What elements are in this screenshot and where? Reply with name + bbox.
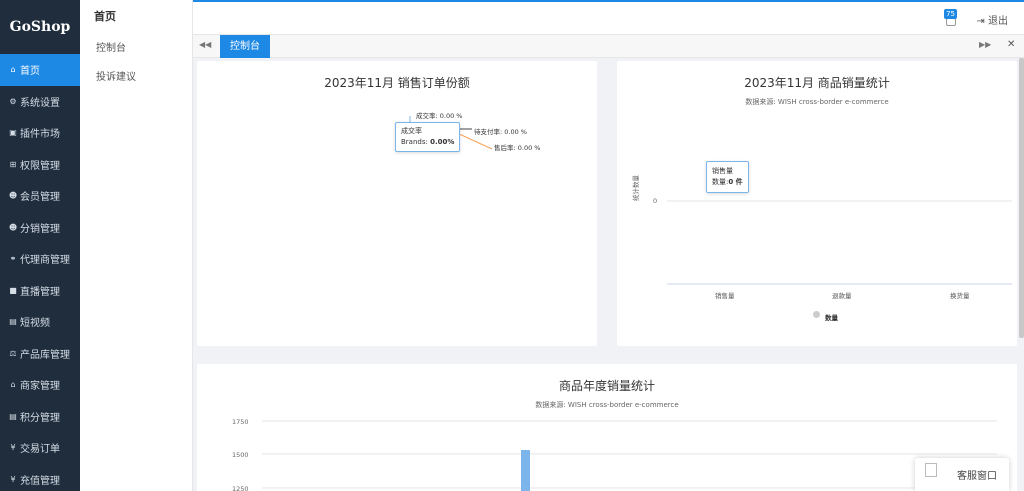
sidebar-item-label: 充值管理	[20, 475, 60, 487]
sidebar-item-5[interactable]: ☻ 分销管理	[0, 212, 80, 244]
sales-chart-xtick-sales: 销售量	[715, 292, 735, 300]
sales-tooltip-title: 销售量	[712, 167, 733, 175]
pie-label-pending-rate: 待支付率: 0.00 %	[474, 128, 527, 136]
yen-icon: ¥	[10, 474, 16, 484]
yearly-bar[interactable]	[521, 450, 530, 491]
video-icon: ■	[9, 285, 17, 295]
pie-label-aftersale-rate: 售后率: 0.00 %	[494, 144, 541, 152]
tab-close-icon[interactable]: ✕	[1007, 39, 1015, 50]
pie-tooltip-series: Brands:	[401, 138, 431, 146]
sidebar-item-label: 商家管理	[20, 381, 60, 393]
pie-tooltip: 成交率 Brands: 0.00%	[395, 122, 461, 152]
customer-service-label: 客服窗口	[957, 471, 997, 482]
message-icon[interactable]	[946, 18, 956, 26]
message-count-badge: 75	[944, 9, 957, 19]
file-icon: ▤	[9, 411, 17, 421]
pie-chart-card: 2023年11月 销售订单份额 成交率: 0.00 % 待支付率: 0.00 %…	[197, 61, 597, 346]
logout-label: 退出	[988, 16, 1008, 27]
sidebar-item-label: 短视频	[20, 318, 50, 330]
users-icon: ☻	[8, 222, 18, 232]
pie-label-deal-rate: 成交率: 0.00 %	[416, 112, 463, 120]
sales-chart-card: 2023年11月 商品销量统计 数据来源: WISH cross-border …	[617, 61, 1017, 346]
sidebar-item-6[interactable]: ⚭ 代理商管理	[0, 243, 80, 275]
sidebar-item-3[interactable]: ⊞ 权限管理	[0, 149, 80, 181]
file-icon: ▤	[9, 317, 17, 327]
tab-scroll-left-icon[interactable]: ◀◀	[199, 40, 211, 49]
sidebar-item-2[interactable]: ▣ 插件市场	[0, 117, 80, 149]
sidebar-item-label: 会员管理	[20, 192, 60, 204]
logout-button[interactable]: ⇥ 退出	[976, 12, 1008, 27]
sidebar-item-0[interactable]: ⌂ 首页	[0, 54, 80, 86]
sidebar-item-label: 积分管理	[20, 412, 60, 424]
sidebar-item-label: 系统设置	[20, 97, 60, 109]
sidebar-item-label: 交易订单	[20, 444, 60, 456]
subnav-header: 首页	[94, 10, 116, 23]
pie-connectors	[409, 116, 493, 150]
sidebar-item-11[interactable]: ▤ 积分管理	[0, 401, 80, 433]
sidebar-item-12[interactable]: ¥ 交易订单	[0, 432, 80, 464]
pie-tooltip-title: 成交率	[401, 127, 422, 135]
bank-icon: ⌂	[10, 380, 16, 390]
home-icon: ⌂	[10, 65, 16, 75]
sub-navigation: 首页 控制台 投诉建议	[80, 0, 193, 491]
sidebar-item-13[interactable]: ¥ 充值管理	[0, 464, 80, 491]
legend-marker[interactable]	[813, 311, 820, 318]
gear-icon: ⚙	[9, 96, 17, 106]
tab-bar: ◀◀ 控制台 ▶▶ ✕	[193, 35, 1024, 58]
tab-dashboard[interactable]: 控制台	[220, 35, 270, 58]
sales-tooltip-value: 0 件	[728, 178, 743, 186]
sidebar-item-label: 分销管理	[20, 223, 60, 235]
yearly-chart-plot	[262, 420, 997, 491]
customer-service-button[interactable]: 客服窗口	[915, 458, 1009, 491]
page-scrollbar[interactable]	[1019, 58, 1024, 338]
yearly-chart-card: 商品年度销量统计 数据来源: WISH cross-border e-comme…	[197, 364, 1017, 491]
sidebar-item-label: 首页	[20, 66, 40, 78]
sidebar-item-1[interactable]: ⚙ 系统设置	[0, 86, 80, 118]
sidebar-item-label: 产品库管理	[20, 349, 70, 361]
sidebar-item-8[interactable]: ▤ 短视频	[0, 306, 80, 338]
sidebar-item-label: 直播管理	[20, 286, 60, 298]
legend-quantity[interactable]: 数量	[825, 312, 838, 322]
sitemap-icon: ⊞	[9, 159, 17, 169]
sales-chart-plot	[667, 200, 1012, 285]
sales-chart-xtick-exchange: 换货量	[950, 292, 970, 300]
sidebar: GoShop ⌂ 首页 ⚙ 系统设置 ▣ 插件市场 ⊞ 权限管理 ☻ 会员管理 ☻ 分销管理 ⚭ 代理商管…	[0, 0, 80, 491]
subnav-item-complaints[interactable]: 投诉建议	[80, 63, 192, 92]
sales-tooltip: 销售量 数量:0 件	[706, 161, 749, 193]
pie-tooltip-value: 0.00%	[430, 138, 455, 146]
tab-scroll-right-icon[interactable]: ▶▶	[979, 40, 991, 49]
sidebar-item-9[interactable]: ⚖ 产品库管理	[0, 338, 80, 370]
sales-tooltip-label: 数量:	[712, 178, 729, 186]
top-bar: 75 ⇥ 退出	[193, 0, 1024, 35]
agent-icon: ⚭	[9, 254, 17, 264]
sales-chart-xtick-refund: 退款量	[832, 292, 852, 300]
sidebar-item-4[interactable]: ☻ 会员管理	[0, 180, 80, 212]
broken-image-icon	[925, 463, 937, 477]
rmb-icon: ¥	[10, 443, 16, 453]
users-icon: ☻	[8, 191, 18, 201]
sidebar-item-label: 权限管理	[20, 160, 60, 172]
sidebar-item-10[interactable]: ⌂ 商家管理	[0, 369, 80, 401]
plugin-icon: ▣	[9, 128, 17, 138]
sidebar-item-7[interactable]: ■ 直播管理	[0, 275, 80, 307]
sidebar-menu: ⌂ 首页 ⚙ 系统设置 ▣ 插件市场 ⊞ 权限管理 ☻ 会员管理 ☻ 分销管理 ⚭ 代理商管理 ■ 直播管理 ▤…	[0, 54, 80, 491]
sidebar-item-label: 代理商管理	[20, 255, 70, 267]
balance-icon: ⚖	[9, 348, 17, 358]
sidebar-item-label: 插件市场	[20, 129, 60, 141]
subnav-item-dashboard[interactable]: 控制台	[80, 34, 192, 63]
logout-icon: ⇥	[976, 16, 985, 27]
app-logo[interactable]: GoShop	[0, 0, 80, 54]
